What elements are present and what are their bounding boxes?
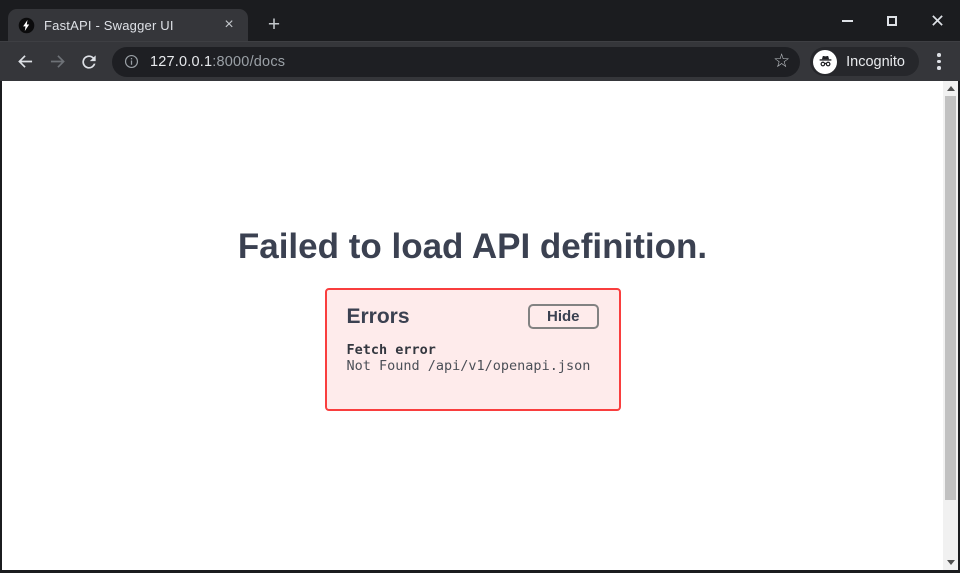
minimize-icon <box>842 20 853 22</box>
url-path: :8000/docs <box>212 54 285 70</box>
tab-title: FastAPI - Swagger UI <box>44 18 214 33</box>
fastapi-favicon-icon <box>18 17 35 34</box>
error-item: Fetch error Not Found /api/v1/openapi.js… <box>347 342 599 374</box>
browser-menu-button[interactable] <box>928 47 950 77</box>
new-tab-button[interactable]: + <box>261 13 287 39</box>
error-title: Fetch error <box>347 342 599 358</box>
scroll-down-button[interactable] <box>943 555 958 570</box>
window-close-button[interactable] <box>930 14 944 28</box>
menu-dot-icon <box>937 53 941 57</box>
swagger-content: Failed to load API definition. Errors Hi… <box>2 227 943 411</box>
errors-panel: Errors Hide Fetch error Not Found /api/v… <box>325 288 621 411</box>
error-message: Not Found /api/v1/openapi.json <box>347 358 599 374</box>
incognito-icon <box>813 50 837 74</box>
menu-dot-icon <box>937 60 941 64</box>
browser-window: FastAPI - Swagger UI × + <box>0 0 960 573</box>
scrollbar[interactable] <box>943 81 958 570</box>
back-arrow-icon <box>15 51 36 72</box>
scroll-down-icon <box>947 560 955 565</box>
errors-header: Errors Hide <box>347 304 599 329</box>
reload-icon <box>79 52 99 72</box>
tab-close-icon[interactable]: × <box>220 17 238 33</box>
address-bar[interactable]: 127.0.0.1:8000/docs ☆ <box>112 47 800 77</box>
window-maximize-button[interactable] <box>885 14 899 28</box>
scroll-up-button[interactable] <box>943 81 958 96</box>
menu-dot-icon <box>937 66 941 70</box>
incognito-badge: Incognito <box>810 47 919 76</box>
window-minimize-button[interactable] <box>840 14 854 28</box>
site-info-icon[interactable] <box>123 53 140 70</box>
url-host: 127.0.0.1 <box>150 54 212 70</box>
reload-button[interactable] <box>74 47 104 77</box>
scrollbar-thumb[interactable] <box>945 96 956 500</box>
bookmark-star-icon[interactable]: ☆ <box>773 52 790 71</box>
page-title: Failed to load API definition. <box>2 227 943 267</box>
url-text[interactable]: 127.0.0.1:8000/docs <box>150 54 285 70</box>
tab-strip: FastAPI - Swagger UI × + <box>0 0 960 41</box>
forward-arrow-icon <box>47 51 68 72</box>
incognito-label: Incognito <box>846 54 905 70</box>
maximize-icon <box>887 16 897 26</box>
scroll-up-icon <box>947 86 955 91</box>
hide-button[interactable]: Hide <box>528 304 599 329</box>
browser-toolbar: 127.0.0.1:8000/docs ☆ Incognito <box>0 41 960 81</box>
back-button[interactable] <box>10 47 40 77</box>
close-icon <box>931 14 944 27</box>
browser-tab[interactable]: FastAPI - Swagger UI × <box>8 9 248 41</box>
page-viewport: Failed to load API definition. Errors Hi… <box>2 81 958 570</box>
window-controls <box>840 0 944 41</box>
errors-title: Errors <box>347 305 410 329</box>
forward-button[interactable] <box>42 47 72 77</box>
